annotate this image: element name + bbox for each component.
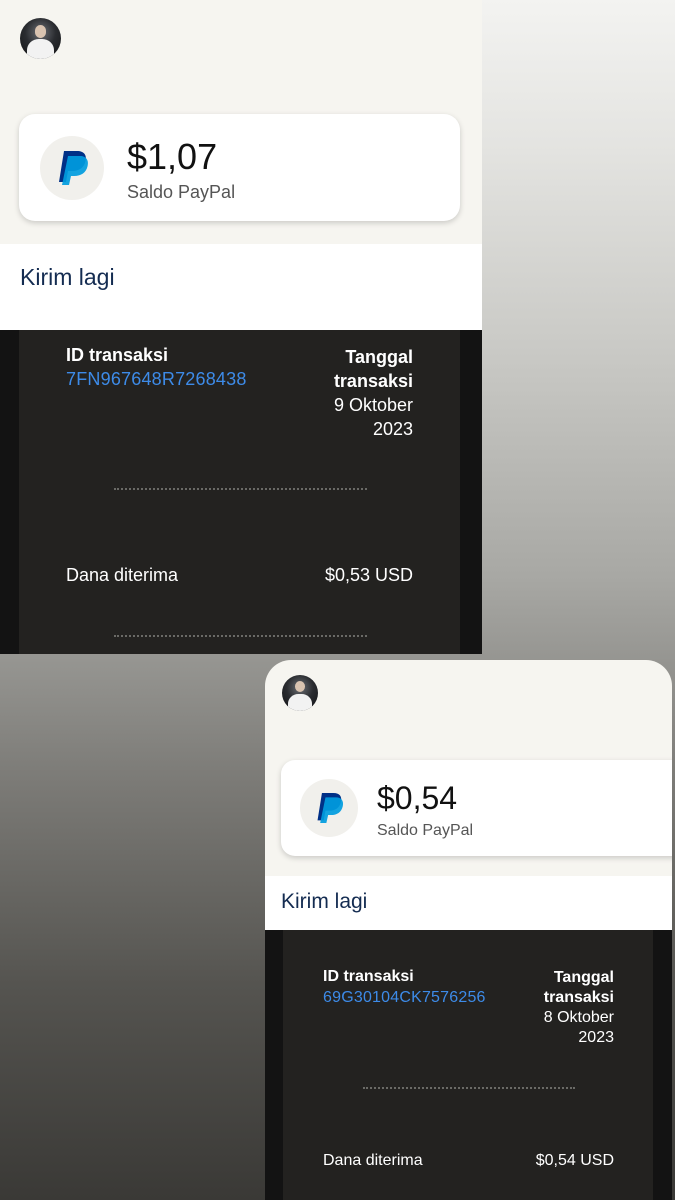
send-again-label: Kirim lagi bbox=[281, 890, 368, 913]
funds-received-label: Dana diterima bbox=[66, 565, 179, 585]
funds-received-label: Dana diterima bbox=[323, 1152, 423, 1169]
transaction-date-label-line1: Tanggal bbox=[345, 347, 413, 367]
transaction-date-line1: 8 Oktober bbox=[543, 1009, 614, 1026]
screenshot-bottom: $0,54 Saldo PayPal Kirim lagi ID transak… bbox=[265, 660, 672, 1200]
send-again-row[interactable]: Kirim lagi bbox=[265, 876, 672, 930]
send-again-label: Kirim lagi bbox=[20, 264, 115, 290]
transaction-id-label: ID transaksi bbox=[66, 345, 169, 365]
screenshot-top: $1,07 Saldo PayPal Kirim lagi ID transak… bbox=[0, 0, 482, 654]
transaction-date-line2: 2023 bbox=[578, 1029, 614, 1046]
transaction-date-line2: 2023 bbox=[372, 419, 413, 439]
avatar[interactable] bbox=[20, 18, 61, 59]
transaction-area: ID transaksi 69G30104CK7576256 Tanggal t… bbox=[265, 930, 672, 1200]
transaction-id-value[interactable]: 69G30104CK7576256 bbox=[323, 989, 486, 1007]
balance-label: Saldo PayPal bbox=[127, 182, 236, 202]
paypal-logo-icon bbox=[300, 779, 358, 837]
transaction-date-label-line2: transaksi bbox=[333, 371, 413, 391]
transaction-date-block: Tanggal transaksi 9 Oktober 2023 bbox=[334, 345, 413, 441]
balance-card[interactable]: $1,07 Saldo PayPal bbox=[19, 114, 460, 221]
transaction-date-label-line1: Tanggal bbox=[553, 969, 614, 986]
transaction-date-label-line2: transaksi bbox=[543, 989, 614, 1006]
balance-label: Saldo PayPal bbox=[377, 822, 474, 839]
divider bbox=[363, 1087, 575, 1089]
transaction-id-label: ID transaksi bbox=[323, 968, 414, 985]
transaction-id-value[interactable]: 7FN967648R7268438 bbox=[66, 369, 247, 390]
divider bbox=[114, 488, 367, 490]
balance-card[interactable]: $0,54 Saldo PayPal bbox=[281, 760, 672, 856]
transaction-date-line1: 9 Oktober bbox=[333, 395, 413, 415]
balance-amount: $0,54 bbox=[377, 780, 458, 816]
funds-received-value: $0,53 USD bbox=[324, 565, 413, 585]
transaction-details-panel: ID transaksi 7FN967648R7268438 Tanggal t… bbox=[19, 330, 460, 654]
paypal-logo-icon bbox=[40, 136, 104, 200]
transaction-date-block: Tanggal transaksi 8 Oktober 2023 bbox=[544, 968, 614, 1048]
transaction-area: ID transaksi 7FN967648R7268438 Tanggal t… bbox=[0, 330, 482, 654]
divider bbox=[114, 635, 367, 637]
transaction-details-panel: ID transaksi 69G30104CK7576256 Tanggal t… bbox=[283, 930, 653, 1200]
balance-amount: $1,07 bbox=[127, 136, 218, 177]
avatar[interactable] bbox=[282, 675, 318, 711]
funds-received-value: $0,54 USD bbox=[535, 1152, 614, 1169]
send-again-row[interactable]: Kirim lagi bbox=[0, 244, 482, 330]
